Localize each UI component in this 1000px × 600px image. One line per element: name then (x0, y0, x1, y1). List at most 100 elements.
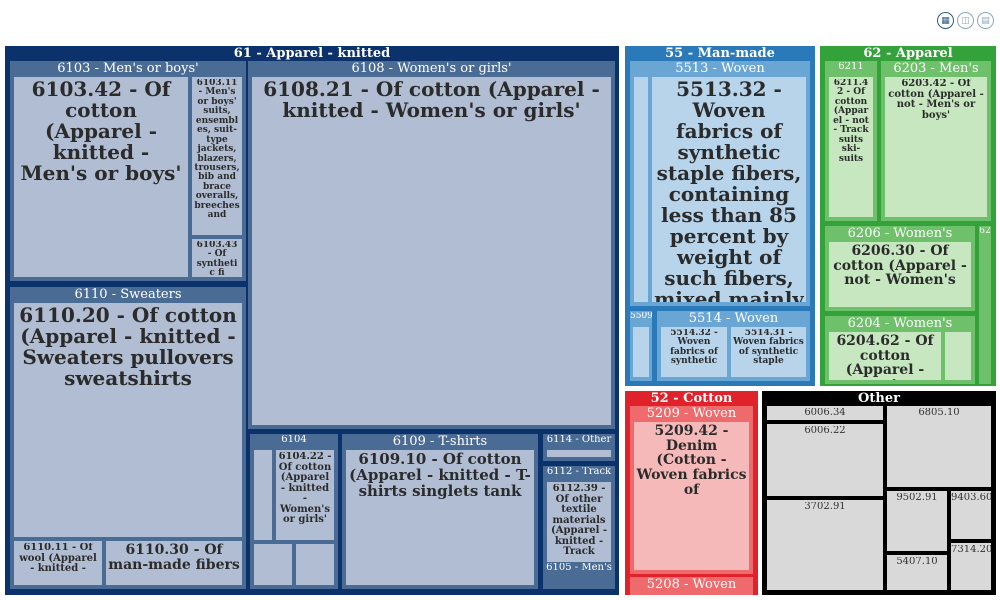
leaf-label: 5513.32 - Woven fabrics of synthetic sta… (654, 79, 804, 302)
subgroup-6105[interactable]: 6105 - Men's (543, 562, 615, 589)
node-header-label: 5513 - Woven (675, 62, 765, 75)
leaf-label: 9403.60 (951, 493, 991, 503)
group-61[interactable]: 61 - Apparel - knitted 6103 - Men's or bo… (5, 46, 619, 595)
node-header-label: 6203 - Men's (893, 62, 979, 75)
node-header-label: 6103 - Men's or boys' (57, 62, 199, 75)
group-55[interactable]: 55 - Man-made 5513 - Woven 5513.32 - Woven… (625, 46, 815, 386)
leaf-label: 6805.10 (918, 408, 960, 418)
group-62[interactable]: 62 - Apparel 6211 6211.42 - Of cotton (App… (820, 46, 996, 386)
leaf-label: 6203.42 - Of cotton (Apparel - not - Men… (888, 79, 984, 121)
node-header-label: 6204 - Women's (847, 317, 953, 330)
subgroup-6108[interactable]: 6108 - Women's or girls' 6108.21 - Of cot… (248, 61, 615, 429)
leaf-label: 6211.42 - Of cotton (Apparel - not - Tra… (833, 79, 869, 164)
leaf-label: 6109.10 - Of cotton (Apparel - knitted -… (349, 452, 531, 500)
leaf-6104-a[interactable] (254, 450, 272, 540)
leaf-5514-31[interactable]: 5514.31 - Woven fabrics of synthetic sta… (731, 327, 806, 377)
leaf-6109-10[interactable]: 6109.10 - Of cotton (Apparel - knitted -… (346, 450, 534, 585)
leaf-5509[interactable] (633, 327, 649, 377)
leaf-6108-21[interactable]: 6108.21 - Of cotton (Apparel - knitted -… (252, 77, 611, 425)
node-header-label: 62 - Apparel (863, 47, 953, 60)
node-header-label: 5509 (630, 312, 652, 321)
subgroup-6203[interactable]: 6203 - Men's 6203.42 - Of cotton (Apparel… (881, 61, 991, 221)
leaf-5513-a[interactable] (634, 77, 648, 302)
leaf-6103-43[interactable]: 6103.43 - Of synthetic fi (192, 239, 242, 277)
subgroup-6103[interactable]: 6103 - Men's or boys' 6103.42 - Of cotton… (10, 61, 246, 281)
node-header-label: Other (858, 392, 900, 405)
leaf-label: 6110.20 - Of cotton (Apparel - knitted -… (19, 305, 237, 390)
leaf-other[interactable]: 6006.34 (767, 406, 883, 420)
leaf-label: 6104.22 - Of cotton (Apparel - knitted -… (278, 452, 332, 525)
leaf-label: 6110.11 - Of wool (Apparel - knitted - (19, 543, 97, 574)
node-header-label: 6104 (281, 435, 307, 445)
node-header-label: 61 - Apparel - knitted (233, 47, 391, 60)
leaf-label: 6103.43 - Of synthetic fi (196, 241, 238, 277)
leaf-label: 7314.20 (951, 545, 991, 555)
node-header-label: 5208 - Woven (646, 578, 737, 591)
node-header-label: 6109 - T-shirts (392, 435, 488, 448)
leaf-other[interactable]: 9502.91 (887, 491, 947, 551)
leaf-6204-b[interactable] (945, 332, 971, 380)
leaf-label: 5514.31 - Woven fabrics of synthetic sta… (733, 329, 804, 367)
leaf-label: 9502.91 (896, 493, 938, 503)
leaf-label: 6206.30 - Of cotton (Apparel - not - Wom… (833, 244, 967, 289)
treemap: 61 - Apparel - knitted 6103 - Men's or bo… (0, 0, 1000, 600)
leaf-other[interactable]: 7314.20 (951, 543, 991, 590)
leaf-label: 6103.11 - Men's or boys' suits, ensemble… (194, 79, 240, 221)
node-header-label: 62 (979, 227, 991, 236)
leaf-other[interactable]: 3702.91 (767, 500, 883, 590)
leaf-other[interactable]: 6006.22 (767, 424, 883, 496)
leaf-label: 6204.62 - Of cotton (Apparel - not (836, 334, 934, 380)
node-header-label: 52 - Cotton (650, 392, 733, 405)
node-header-label: 55 - Man-made (665, 47, 775, 60)
leaf-6103-42[interactable]: 6103.42 - Of cotton (Apparel - knitted -… (14, 77, 188, 277)
leaf-6103-11[interactable]: 6103.11 - Men's or boys' suits, ensemble… (192, 77, 242, 235)
leaf-label: 6006.34 (804, 408, 846, 418)
leaf-6104-c[interactable] (296, 544, 334, 585)
leaf-6114[interactable] (547, 450, 611, 457)
subgroup-62x[interactable]: 62 (979, 226, 991, 384)
leaf-label: 5514.32 - Woven fabrics of synthetic (670, 329, 718, 367)
leaf-label: 6110.30 - Of man-made fibers (108, 543, 240, 573)
leaf-label: 6103.42 - Of cotton (Apparel - knitted -… (20, 79, 182, 185)
leaf-other[interactable]: 5407.10 (887, 555, 947, 590)
subgroup-5509[interactable]: 5509 (630, 311, 652, 381)
subgroup-5208[interactable]: 5208 - Woven (630, 577, 753, 595)
leaf-6110-20[interactable]: 6110.20 - Of cotton (Apparel - knitted -… (14, 303, 242, 537)
leaf-6104-b[interactable] (254, 544, 292, 585)
subgroup-6110[interactable]: 6110 - Sweaters 6110.20 - Of cotton (Appa… (10, 287, 246, 589)
node-header-label: 5514 - Woven (688, 312, 779, 325)
subgroup-5513[interactable]: 5513 - Woven 5513.32 - Woven fabrics of s… (630, 61, 810, 306)
leaf-6206-30[interactable]: 6206.30 - Of cotton (Apparel - not - Wom… (829, 242, 971, 307)
node-header-label: 6211 (838, 62, 864, 72)
leaf-5514-32[interactable]: 5514.32 - Woven fabrics of synthetic (661, 327, 727, 377)
leaf-6110-11[interactable]: 6110.11 - Of wool (Apparel - knitted - (14, 541, 102, 585)
subgroup-6114[interactable]: 6114 - Other (543, 434, 615, 461)
subgroup-5514[interactable]: 5514 - Woven 5514.32 - Woven fabrics of s… (657, 311, 810, 381)
leaf-6110-30[interactable]: 6110.30 - Of man-made fibers (106, 541, 242, 585)
subgroup-6211[interactable]: 6211 6211.42 - Of cotton (Apparel - not -… (825, 61, 877, 221)
leaf-other[interactable]: 9403.60 (951, 491, 991, 539)
group-52[interactable]: 52 - Cotton 5209 - Woven 5209.42 - Denim (… (625, 391, 758, 595)
leaf-5209-42[interactable]: 5209.42 - Denim (Cotton - Woven fabrics … (634, 422, 749, 570)
leaf-6211-42[interactable]: 6211.42 - Of cotton (Apparel - not - Tra… (829, 77, 873, 217)
leaf-6204-62[interactable]: 6204.62 - Of cotton (Apparel - not (829, 332, 941, 380)
subgroup-6104[interactable]: 6104 6104.22 - Of cotton (Apparel - knitt… (250, 434, 338, 589)
leaf-label: 5407.10 (896, 557, 938, 567)
leaf-6104-22[interactable]: 6104.22 - Of cotton (Apparel - knitted -… (276, 450, 334, 540)
group-other[interactable]: Other 6006.34 6006.22 3702.91 6805.10 9502.91… (762, 391, 996, 595)
leaf-label: 5209.42 - Denim (Cotton - Woven fabrics … (636, 424, 747, 498)
node-header-label: 6105 - Men's (546, 563, 612, 573)
subgroup-6204[interactable]: 6204 - Women's 6204.62 - Of cotton (Appar… (825, 316, 975, 384)
node-header-label: 6206 - Women's (847, 227, 953, 240)
leaf-other[interactable]: 6805.10 (887, 406, 991, 487)
node-header-label: 6114 - Other (546, 435, 612, 445)
leaf-6203-42[interactable]: 6203.42 - Of cotton (Apparel - not - Men… (885, 77, 987, 217)
subgroup-6206[interactable]: 6206 - Women's 6206.30 - Of cotton (Appar… (825, 226, 975, 311)
node-header-label: 6110 - Sweaters (74, 288, 182, 301)
subgroup-5209[interactable]: 5209 - Woven 5209.42 - Denim (Cotton - Wo… (630, 406, 753, 574)
leaf-5513-32[interactable]: 5513.32 - Woven fabrics of synthetic sta… (652, 77, 806, 302)
leaf-label: 3702.91 (804, 502, 846, 512)
node-header-label: 5209 - Woven (646, 407, 737, 420)
leaf-label: 6108.21 - Of cotton (Apparel - knitted -… (263, 79, 600, 122)
subgroup-6109[interactable]: 6109 - T-shirts 6109.10 - Of cotton (Appa… (342, 434, 538, 589)
